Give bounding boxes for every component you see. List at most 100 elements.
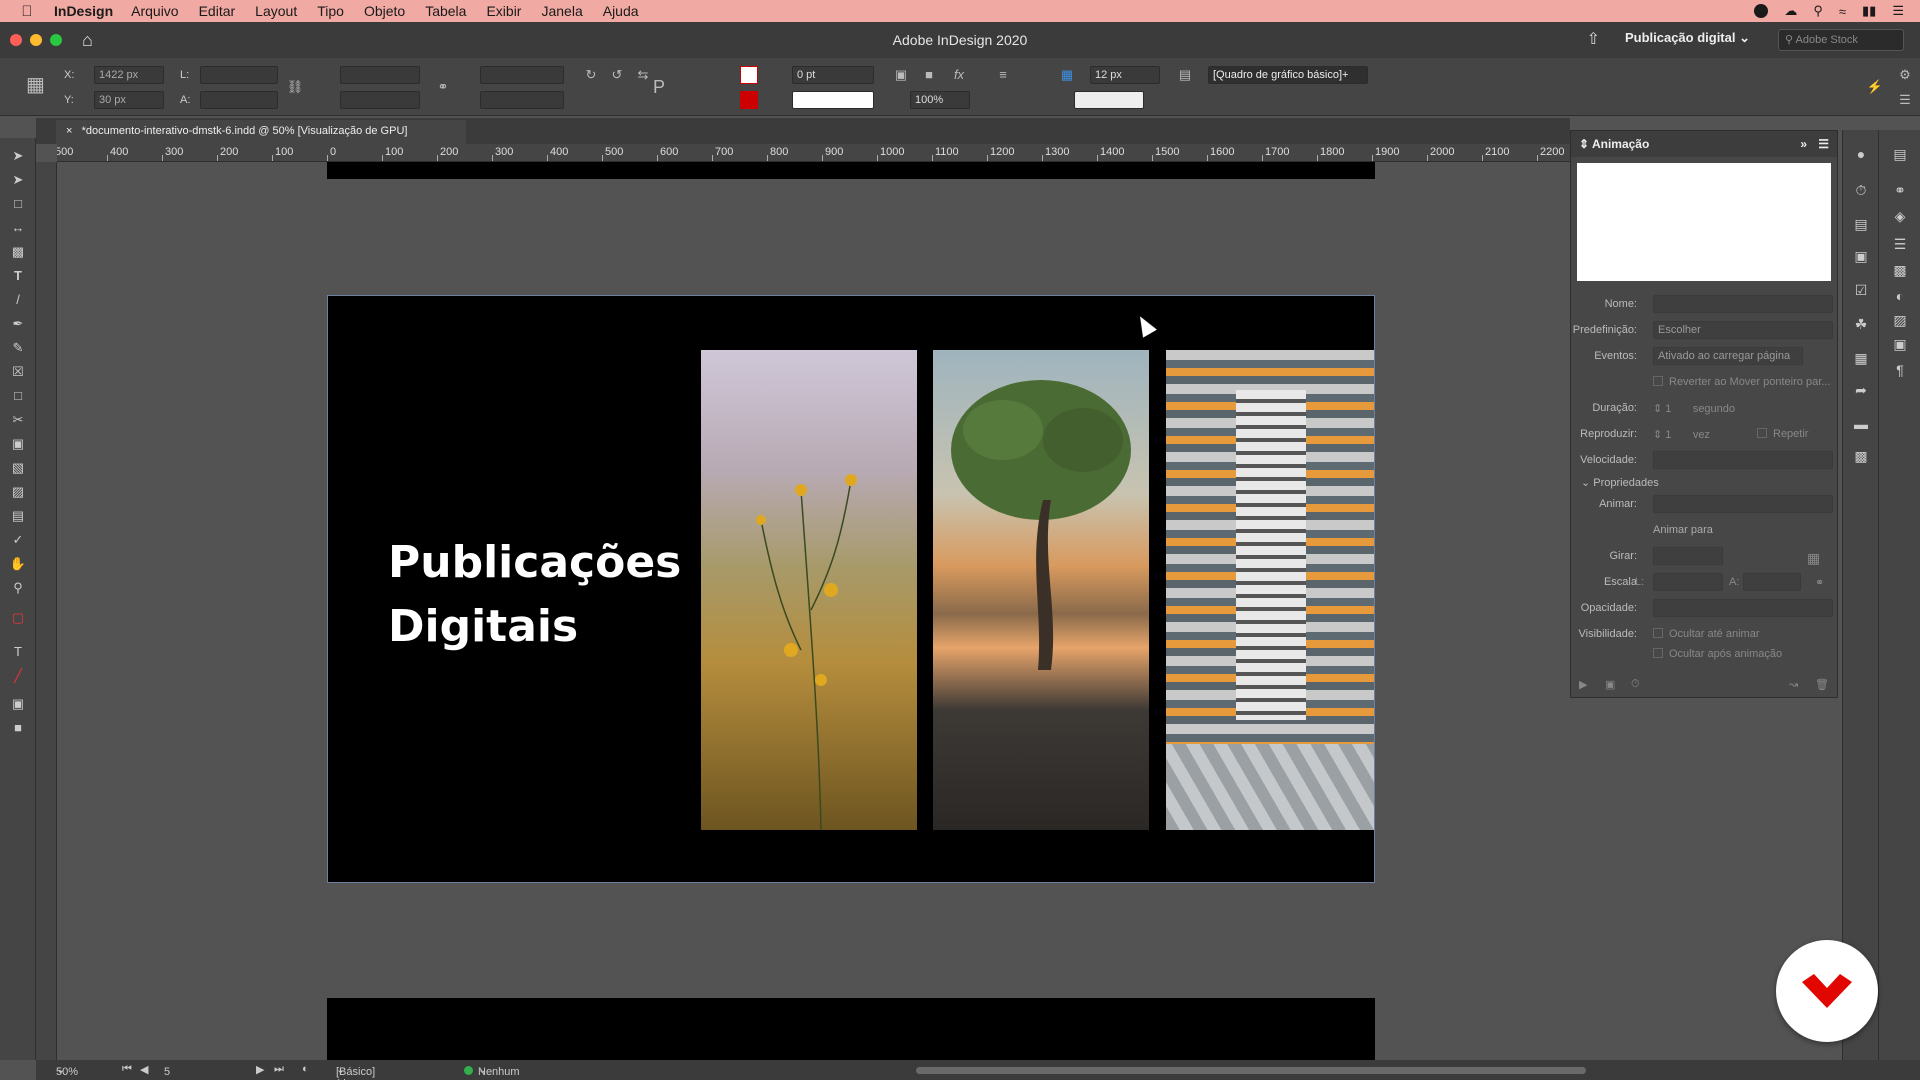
preset-select[interactable]: Escolher xyxy=(1653,321,1833,339)
cc-libraries-panel-icon[interactable]: ▣ xyxy=(1890,334,1910,354)
stroke-swatch-icon[interactable] xyxy=(740,91,758,109)
delete-animation-icon[interactable]: 🗑 xyxy=(1815,678,1829,691)
wifi-icon[interactable]: ≈ xyxy=(1839,4,1846,19)
previous-page-icon[interactable]: ◀ xyxy=(140,1063,148,1076)
free-transform-tool-icon[interactable]: ▣ xyxy=(8,434,28,454)
note-tool-icon[interactable]: ▤ xyxy=(8,506,28,526)
swatch-preview-field[interactable] xyxy=(1074,91,1144,109)
apply-none-icon[interactable]: ╱ xyxy=(8,666,28,686)
links-panel-icon[interactable]: ⚭ xyxy=(1890,180,1910,200)
hide-after-checkbox[interactable]: Ocultar após animação xyxy=(1653,648,1782,660)
direct-selection-tool-icon[interactable]: ➤ xyxy=(8,170,28,190)
next-page[interactable] xyxy=(327,998,1375,1060)
current-page[interactable]: Publicações Digitais xyxy=(327,295,1375,883)
object-style-select[interactable]: [Quadro de gráfico básico]+ xyxy=(1208,66,1368,84)
menu-tabela[interactable]: Tabela xyxy=(425,3,466,19)
zoom-window-button[interactable] xyxy=(50,34,62,46)
lone-tree-photo-frame[interactable] xyxy=(933,350,1149,830)
menu-janela[interactable]: Janela xyxy=(541,3,582,19)
scale-x-field[interactable] xyxy=(340,66,420,84)
screen-mode-icon[interactable]: ▣ xyxy=(8,694,28,714)
headline-text-frame[interactable]: Publicações Digitais xyxy=(388,531,681,659)
stroke-weight-field[interactable]: 0 pt xyxy=(792,66,874,84)
gap-spacing-field[interactable]: 12 px xyxy=(1090,66,1160,84)
fill-swatch-icon[interactable] xyxy=(740,66,758,84)
apple-menu-icon[interactable]:  xyxy=(0,3,54,20)
hide-until-checkbox[interactable]: Ocultar até animar xyxy=(1653,628,1759,640)
properties-row[interactable]: ⌄ Propriedades xyxy=(1571,473,1837,493)
scale-link-icon[interactable]: ⚭ xyxy=(1815,576,1824,589)
scale-width-field[interactable] xyxy=(1653,573,1723,591)
pencil-tool-icon[interactable]: ✎ xyxy=(8,338,28,358)
last-page-icon[interactable]: ⏭ xyxy=(274,1063,284,1076)
horizontal-ruler[interactable]: 5004003002001000100200300400500600700800… xyxy=(57,144,1570,162)
name-input[interactable] xyxy=(1653,295,1833,313)
menu-ajuda[interactable]: Ajuda xyxy=(603,3,639,19)
formatting-container-icon[interactable]: T xyxy=(8,642,28,662)
line-tool-icon[interactable]: / xyxy=(8,290,28,310)
object-style-icon[interactable]: ▤ xyxy=(1176,66,1194,84)
gradient-feather-tool-icon[interactable]: ▨ xyxy=(8,482,28,502)
animation-panel-icon[interactable]: ● xyxy=(1851,144,1871,164)
layers-panel-icon[interactable]: ◈ xyxy=(1890,206,1910,226)
events-select[interactable]: Ativado ao carregar página xyxy=(1653,347,1803,365)
close-window-button[interactable] xyxy=(10,34,22,46)
creative-cloud-icon[interactable]: ☁ xyxy=(1784,3,1797,19)
preflight-icon[interactable]: ◐ xyxy=(302,1063,309,1075)
preview-spread-icon[interactable]: ▶ xyxy=(1579,678,1587,691)
menu-tipo[interactable]: Tipo xyxy=(317,3,344,19)
width-field[interactable] xyxy=(200,66,278,84)
error-status[interactable]: Nenhum erro ⌄ xyxy=(478,1063,520,1080)
eyedropper-tool-icon[interactable]: ✓ xyxy=(8,530,28,550)
lightning-icon[interactable]: ⚡ xyxy=(1866,78,1884,96)
properties-toggle[interactable]: ⌄ Propriedades xyxy=(1581,476,1659,489)
scale-height-field[interactable] xyxy=(1743,573,1801,591)
liquid-layout-panel-icon[interactable]: ☘ xyxy=(1851,314,1871,334)
fill-stroke-swatch-icon[interactable]: ▢ xyxy=(8,608,28,628)
media-panel-icon[interactable]: ▤ xyxy=(1851,214,1871,234)
home-icon[interactable]: ⌂ xyxy=(82,30,93,51)
play-field[interactable]: ⇕ 1 vez xyxy=(1653,428,1710,441)
stroke-type-select[interactable] xyxy=(792,91,874,109)
color-panel-icon[interactable]: ◐ xyxy=(1890,286,1910,306)
gap-tool-icon[interactable]: ↔ xyxy=(8,218,28,238)
previous-page[interactable] xyxy=(327,162,1375,179)
pasteboard[interactable]: Publicações Digitais xyxy=(57,162,1570,1060)
zoom-select[interactable]: 50% ⌄ xyxy=(56,1063,78,1078)
gradient-panel-icon[interactable]: ▨ xyxy=(1890,310,1910,330)
speed-select[interactable] xyxy=(1653,451,1833,469)
constrain-proportions-icon[interactable]: ⛓ xyxy=(286,78,304,96)
vertical-ruler[interactable] xyxy=(36,162,57,1060)
duration-field[interactable]: ⇕ 1 segundo xyxy=(1653,402,1735,415)
notification-center-icon[interactable]: ☰ xyxy=(1892,3,1904,19)
page-tool-icon[interactable]: □ xyxy=(8,194,28,214)
panel-options-icon[interactable]: ☰ xyxy=(1818,137,1829,151)
reference-point-icon[interactable]: ▦ xyxy=(26,75,45,95)
export-panel-icon[interactable]: ▩ xyxy=(1851,446,1871,466)
minimize-window-button[interactable] xyxy=(30,34,42,46)
view-mode-icon[interactable]: ■ xyxy=(8,718,28,738)
reverse-checkbox[interactable]: Reverter ao Mover ponteiro par... xyxy=(1653,376,1830,388)
swatches-panel-icon[interactable]: ▩ xyxy=(1890,260,1910,280)
panel-menu-icon[interactable]: ☰ xyxy=(1896,91,1914,109)
object-states-panel-icon[interactable]: ▣ xyxy=(1851,246,1871,266)
stairs-photo-frame[interactable] xyxy=(1166,350,1374,830)
workspace-switcher[interactable]: Publicação digital ⌄ xyxy=(1625,30,1750,46)
loop-checkbox[interactable]: Repetir xyxy=(1757,428,1808,440)
animation-panel-header[interactable]: ⇕ Animação » ☰ xyxy=(1571,131,1837,157)
menu-exibir[interactable]: Exibir xyxy=(486,3,521,19)
hand-tool-icon[interactable]: ✋ xyxy=(8,554,28,574)
auto-fit-icon[interactable]: ▦ xyxy=(1058,66,1076,84)
height-field[interactable] xyxy=(200,91,278,109)
link-scale-icon[interactable]: ⚭ xyxy=(434,78,452,96)
preflight-profile-select[interactable]: [Básico] (de traba... ⌄ xyxy=(336,1063,375,1080)
share-icon[interactable]: ⇧ xyxy=(1587,29,1600,49)
rotate-cw-icon[interactable]: ↻ xyxy=(582,66,600,84)
timing-icon[interactable]: ⏱ xyxy=(1631,678,1640,691)
paragraph-styles-panel-icon[interactable]: ¶ xyxy=(1890,360,1910,380)
show-animation-proxy-icon[interactable]: ▣ xyxy=(1605,678,1615,691)
drop-shadow-icon[interactable]: ■ xyxy=(920,66,938,84)
panel-collapse-icon[interactable]: ⇕ xyxy=(1579,137,1589,151)
rectangle-frame-tool-icon[interactable]: ☒ xyxy=(8,362,28,382)
shear-field[interactable] xyxy=(480,91,564,109)
